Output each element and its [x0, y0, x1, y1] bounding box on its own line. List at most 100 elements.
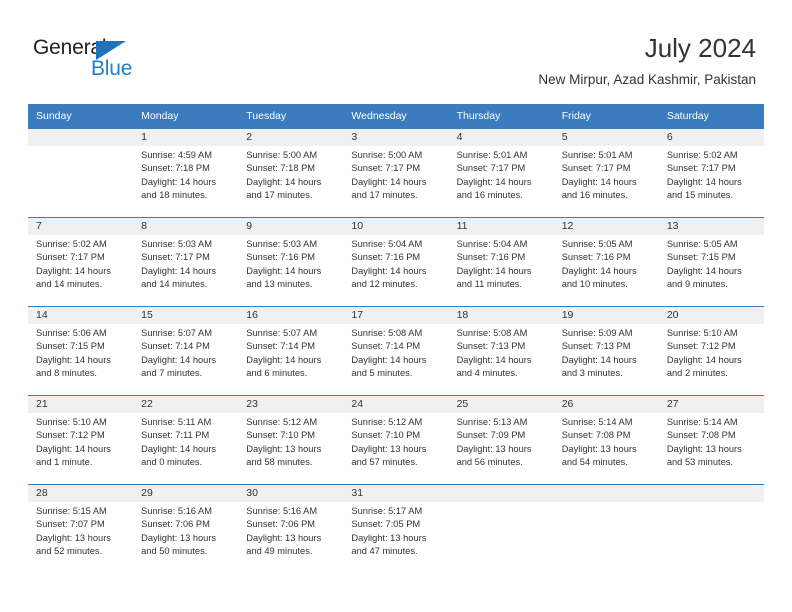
sunset-text: Sunset: 7:14 PM [141, 341, 210, 352]
sunset-text: Sunset: 7:14 PM [246, 341, 316, 352]
calendar-week-row: 1 Sunrise: 4:59 AM Sunset: 7:18 PM Daylight… [28, 128, 764, 218]
day-number: 28 [28, 485, 134, 502]
sunrise-text: Sunrise: 5:12 AM [351, 417, 423, 427]
sunset-text: Sunset: 7:12 PM [36, 430, 105, 441]
calendar-day-cell[interactable]: 5 Sunrise: 5:01 AM Sunset: 7:17 PM Daylight… [553, 128, 659, 218]
calendar-day-cell[interactable]: 17 Sunrise: 5:08 AM Sunset: 7:14 PM Dayligh… [343, 306, 449, 396]
weekday-header-tuesday: Tuesday [238, 104, 344, 129]
calendar-day-cell[interactable]: 18 Sunrise: 5:08 AM Sunset: 7:13 PM Dayligh… [448, 306, 554, 396]
calendar-day-cell[interactable]: 23 Sunrise: 5:12 AM Sunset: 7:10 PM Dayligh… [238, 395, 344, 485]
calendar-day-cell[interactable]: 11 Sunrise: 5:04 AM Sunset: 7:16 PM Dayligh… [448, 217, 554, 307]
calendar-table: Sunday Monday Tuesday Wednesday Thursday Frid… [28, 104, 764, 574]
day-number: 2 [238, 129, 344, 146]
calendar-day-cell[interactable]: 4 Sunrise: 5:01 AM Sunset: 7:17 PM Daylight… [448, 128, 554, 218]
daylight-text-line2: and 16 minutes. [561, 190, 628, 201]
calendar-day-cell-empty [448, 484, 554, 574]
calendar-day-cell[interactable]: 24 Sunrise: 5:12 AM Sunset: 7:10 PM Dayligh… [343, 395, 449, 485]
day-number: 21 [28, 396, 134, 413]
calendar-body: 1 Sunrise: 4:59 AM Sunset: 7:18 PM Daylight… [28, 128, 764, 574]
sunrise-text: Sunrise: 5:06 AM [36, 328, 107, 338]
sunrise-text: Sunrise: 5:05 AM [561, 239, 633, 249]
calendar-day-cell[interactable]: 28 Sunrise: 5:15 AM Sunset: 7:07 PM Dayligh… [28, 484, 134, 574]
calendar-day-cell[interactable]: 20 Sunrise: 5:10 AM Sunset: 7:12 PM Dayligh… [658, 306, 764, 396]
sunrise-text: Sunrise: 5:10 AM [666, 328, 738, 338]
daylight-text-line2: and 52 minutes. [36, 546, 103, 557]
calendar-day-cell[interactable]: 9 Sunrise: 5:03 AM Sunset: 7:16 PM Daylight… [238, 217, 344, 307]
daylight-text-line1: Daylight: 14 hours [246, 354, 322, 365]
calendar-day-cell[interactable]: 27 Sunrise: 5:14 AM Sunset: 7:08 PM Dayligh… [658, 395, 764, 485]
day-number: 4 [448, 129, 554, 146]
calendar-day-cell[interactable]: 15 Sunrise: 5:07 AM Sunset: 7:14 PM Dayligh… [133, 306, 239, 396]
day-number: 23 [238, 396, 344, 413]
weekday-header-wednesday: Wednesday [343, 104, 449, 129]
sunrise-text: Sunrise: 5:08 AM [456, 328, 528, 338]
calendar-day-cell[interactable]: 29 Sunrise: 5:16 AM Sunset: 7:06 PM Dayligh… [133, 484, 239, 574]
calendar-day-cell[interactable]: 14 Sunrise: 5:06 AM Sunset: 7:15 PM Dayligh… [28, 306, 134, 396]
day-number: 11 [448, 218, 554, 235]
daylight-text-line2: and 18 minutes. [141, 190, 208, 201]
day-details: Sunrise: 5:03 AM Sunset: 7:16 PM Daylight:… [238, 235, 343, 292]
day-details: Sunrise: 5:10 AM Sunset: 7:12 PM Daylight:… [659, 324, 764, 381]
sunset-text: Sunset: 7:16 PM [561, 252, 631, 263]
sunrise-text: Sunrise: 5:00 AM [351, 150, 423, 160]
daylight-text-line2: and 7 minutes. [141, 368, 203, 379]
day-number: 6 [658, 129, 764, 146]
daylight-text-line1: Daylight: 13 hours [141, 532, 217, 543]
calendar-day-cell[interactable]: 19 Sunrise: 5:09 AM Sunset: 7:13 PM Dayligh… [553, 306, 659, 396]
day-details: Sunrise: 5:01 AM Sunset: 7:17 PM Daylight:… [554, 146, 659, 203]
sunrise-text: Sunrise: 5:02 AM [666, 150, 738, 160]
calendar-day-cell[interactable]: 2 Sunrise: 5:00 AM Sunset: 7:18 PM Daylight… [238, 128, 344, 218]
day-details: Sunrise: 5:04 AM Sunset: 7:16 PM Daylight:… [449, 235, 554, 292]
page-title: July 2024 [644, 33, 756, 63]
sunset-text: Sunset: 7:11 PM [141, 430, 210, 441]
calendar-day-cell[interactable]: 30 Sunrise: 5:16 AM Sunset: 7:06 PM Dayligh… [238, 484, 344, 574]
calendar-day-cell[interactable]: 31 Sunrise: 5:17 AM Sunset: 7:05 PM Dayligh… [343, 484, 449, 574]
daylight-text-line1: Daylight: 14 hours [666, 265, 742, 276]
calendar-day-cell[interactable]: 3 Sunrise: 5:00 AM Sunset: 7:17 PM Daylight… [343, 128, 449, 218]
calendar-day-cell[interactable]: 6 Sunrise: 5:02 AM Sunset: 7:17 PM Daylight… [658, 128, 764, 218]
calendar-day-cell[interactable]: 26 Sunrise: 5:14 AM Sunset: 7:08 PM Dayligh… [553, 395, 659, 485]
daylight-text-line1: Daylight: 14 hours [36, 443, 111, 454]
calendar-day-cell[interactable]: 21 Sunrise: 5:10 AM Sunset: 7:12 PM Dayligh… [28, 395, 134, 485]
calendar-day-cell[interactable]: 12 Sunrise: 5:05 AM Sunset: 7:16 PM Dayligh… [553, 217, 659, 307]
calendar-day-cell[interactable]: 10 Sunrise: 5:04 AM Sunset: 7:16 PM Dayligh… [343, 217, 449, 307]
day-number: 26 [553, 396, 659, 413]
daylight-text-line2: and 14 minutes. [36, 279, 103, 290]
calendar-day-cell[interactable]: 13 Sunrise: 5:05 AM Sunset: 7:15 PM Dayligh… [658, 217, 764, 307]
sunrise-text: Sunrise: 5:01 AM [561, 150, 633, 160]
day-details: Sunrise: 5:02 AM Sunset: 7:17 PM Daylight:… [659, 146, 764, 203]
day-details: Sunrise: 5:13 AM Sunset: 7:09 PM Daylight:… [449, 413, 554, 470]
day-details: Sunrise: 5:11 AM Sunset: 7:11 PM Daylight:… [133, 413, 238, 470]
daylight-text-line1: Daylight: 14 hours [561, 265, 637, 276]
sunrise-text: Sunrise: 5:12 AM [246, 417, 318, 427]
general-blue-logo[interactable]: General Blue [33, 36, 233, 88]
day-number: 10 [343, 218, 449, 235]
day-number: 29 [133, 485, 239, 502]
sunrise-text: Sunrise: 5:05 AM [666, 239, 738, 249]
calendar-day-cell[interactable]: 1 Sunrise: 4:59 AM Sunset: 7:18 PM Daylight… [133, 128, 239, 218]
daylight-text-line1: Daylight: 14 hours [141, 265, 217, 276]
sunset-text: Sunset: 7:16 PM [351, 252, 421, 263]
day-number: 16 [238, 307, 344, 324]
calendar-header-row: Sunday Monday Tuesday Wednesday Thursday Frid… [28, 104, 764, 129]
day-details: Sunrise: 5:04 AM Sunset: 7:16 PM Daylight:… [343, 235, 448, 292]
calendar-day-cell[interactable]: 22 Sunrise: 5:11 AM Sunset: 7:11 PM Dayligh… [133, 395, 239, 485]
daylight-text-line2: and 17 minutes. [246, 190, 313, 201]
weekday-header-saturday: Saturday [658, 104, 764, 129]
daylight-text-line2: and 10 minutes. [561, 279, 628, 290]
sunrise-text: Sunrise: 5:00 AM [246, 150, 318, 160]
calendar-day-cell[interactable]: 25 Sunrise: 5:13 AM Sunset: 7:09 PM Dayligh… [448, 395, 554, 485]
calendar-day-cell[interactable]: 8 Sunrise: 5:03 AM Sunset: 7:17 PM Daylight… [133, 217, 239, 307]
sunset-text: Sunset: 7:15 PM [666, 252, 736, 263]
calendar-day-cell[interactable]: 16 Sunrise: 5:07 AM Sunset: 7:14 PM Dayligh… [238, 306, 344, 396]
calendar-day-cell[interactable]: 7 Sunrise: 5:02 AM Sunset: 7:17 PM Daylight… [28, 217, 134, 307]
daylight-text-line1: Daylight: 14 hours [666, 176, 742, 187]
sunset-text: Sunset: 7:13 PM [561, 341, 631, 352]
daylight-text-line2: and 57 minutes. [351, 457, 418, 468]
weekday-header-sunday: Sunday [28, 104, 134, 129]
day-number [658, 485, 764, 502]
day-details: Sunrise: 5:16 AM Sunset: 7:06 PM Daylight:… [238, 502, 343, 559]
day-details: Sunrise: 5:07 AM Sunset: 7:14 PM Daylight:… [133, 324, 238, 381]
sunrise-text: Sunrise: 5:04 AM [456, 239, 528, 249]
daylight-text-line1: Daylight: 14 hours [351, 265, 427, 276]
